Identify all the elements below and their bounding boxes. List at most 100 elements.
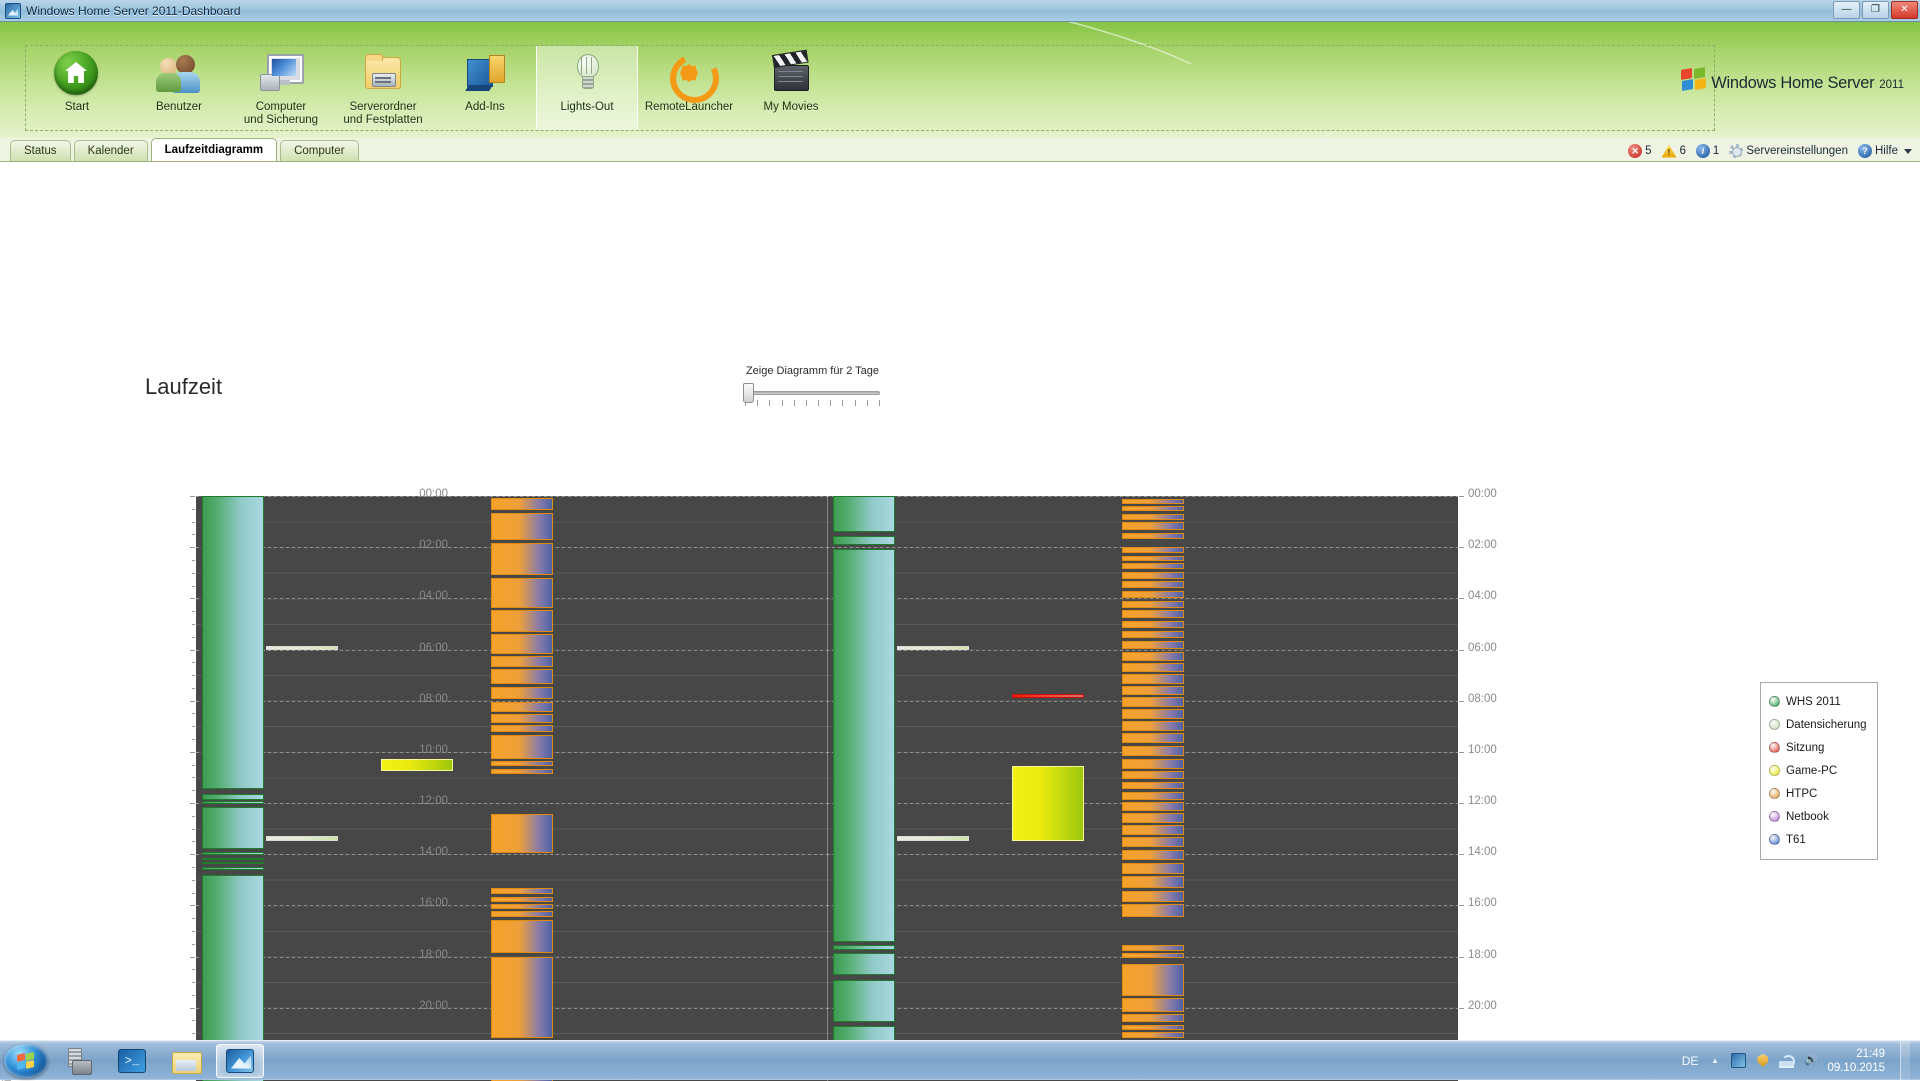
chart-bar[interactable]: [1122, 686, 1184, 695]
taskbar-button-powershell[interactable]: [108, 1044, 156, 1078]
chart-bar[interactable]: [833, 549, 895, 942]
chart-bar[interactable]: [266, 646, 338, 650]
chart-bar[interactable]: [1122, 1014, 1184, 1022]
chart-bar[interactable]: [1122, 876, 1184, 888]
legend-item[interactable]: Netbook: [1769, 805, 1869, 828]
nav-item-computer-und-sicherung[interactable]: Computer und Sicherung: [230, 46, 332, 130]
chart-bar[interactable]: [491, 669, 553, 684]
legend-item[interactable]: HTPC: [1769, 782, 1869, 805]
slider-thumb[interactable]: [743, 383, 754, 403]
chart-bar[interactable]: [1122, 733, 1184, 743]
chart-bar[interactable]: [1122, 506, 1184, 511]
chart-bar[interactable]: [1122, 813, 1184, 822]
chart-bar[interactable]: [1122, 610, 1184, 618]
tray-clock[interactable]: 21:49 09.10.2015: [1827, 1047, 1885, 1075]
chart-bar[interactable]: [491, 578, 553, 608]
chart-bar[interactable]: [1122, 771, 1184, 779]
chart-bar[interactable]: [1122, 1025, 1184, 1030]
chart-bar[interactable]: [897, 646, 969, 650]
chart-bar[interactable]: [491, 725, 553, 732]
legend-item[interactable]: WHS 2011: [1769, 690, 1869, 713]
slider-track[interactable]: [745, 391, 880, 395]
chart-bar[interactable]: [202, 867, 264, 870]
warning-status[interactable]: 6: [1662, 145, 1686, 158]
close-button[interactable]: ✕: [1891, 1, 1918, 19]
chart-bar[interactable]: [491, 897, 553, 902]
chart-bar[interactable]: [491, 904, 553, 908]
minimize-button[interactable]: —: [1833, 1, 1860, 19]
legend-item[interactable]: Datensicherung: [1769, 713, 1869, 736]
chart-bar[interactable]: [1122, 572, 1184, 579]
chart-bar[interactable]: [1122, 674, 1184, 683]
chart-bar[interactable]: [1122, 601, 1184, 608]
chart-bar[interactable]: [491, 702, 553, 712]
chart-bar[interactable]: [1122, 499, 1184, 504]
chart-bar[interactable]: [1122, 641, 1184, 650]
chart-bar[interactable]: [491, 888, 553, 894]
tab-laufzeitdiagramm[interactable]: Laufzeitdiagramm: [151, 138, 277, 161]
chart-bar[interactable]: [1122, 953, 1184, 958]
network-icon[interactable]: [1779, 1053, 1794, 1068]
legend-item[interactable]: Sitzung: [1769, 736, 1869, 759]
chart-bar[interactable]: [1122, 964, 1184, 996]
taskbar-button-dashboard[interactable]: [216, 1044, 264, 1078]
chart-bar[interactable]: [1122, 782, 1184, 790]
dashboard-tray-icon[interactable]: [1731, 1053, 1746, 1068]
nav-item-add-ins[interactable]: Add-Ins: [434, 46, 536, 130]
chart-bar[interactable]: [1122, 792, 1184, 800]
chart-bar[interactable]: [1122, 563, 1184, 569]
chart-bar[interactable]: [491, 911, 553, 917]
chart-bar[interactable]: [1122, 863, 1184, 874]
chart-bar[interactable]: [266, 836, 338, 840]
volume-icon[interactable]: [1803, 1053, 1818, 1068]
chart-bar[interactable]: [1122, 891, 1184, 902]
chart-bar[interactable]: [202, 807, 264, 849]
chart-bar[interactable]: [833, 496, 895, 532]
chart-bar[interactable]: [833, 536, 895, 545]
chart-bar[interactable]: [1122, 652, 1184, 661]
chart-bar[interactable]: [1012, 766, 1084, 841]
maximize-button[interactable]: ❐: [1862, 1, 1889, 19]
chart-bar[interactable]: [202, 852, 264, 855]
chart-bar[interactable]: [491, 761, 553, 766]
chart-bar[interactable]: [1122, 581, 1184, 588]
chart-bar[interactable]: [897, 836, 969, 840]
chart-bar[interactable]: [1012, 694, 1084, 698]
nav-item-remotelauncher[interactable]: RemoteLauncher: [638, 46, 740, 130]
nav-item-my-movies[interactable]: My Movies: [740, 46, 842, 130]
nav-item-benutzer[interactable]: Benutzer: [128, 46, 230, 130]
chart-bar[interactable]: [491, 814, 553, 853]
chart-bar[interactable]: [202, 794, 264, 800]
chart-bar[interactable]: [202, 858, 264, 861]
chart-bar[interactable]: [1122, 663, 1184, 672]
chart-bar[interactable]: [491, 769, 553, 774]
chart-bar[interactable]: [1122, 998, 1184, 1012]
day-range-slider[interactable]: Zeige Diagramm für 2 Tage: [745, 365, 880, 406]
tab-status[interactable]: Status: [10, 140, 71, 161]
runtime-chart-plot[interactable]: [196, 496, 1458, 1081]
chart-bar[interactable]: [491, 634, 553, 654]
chart-bar[interactable]: [1122, 746, 1184, 756]
chart-bar[interactable]: [833, 980, 895, 1022]
chart-bar[interactable]: [1122, 904, 1184, 917]
chart-bar[interactable]: [1122, 556, 1184, 561]
chart-bar[interactable]: [491, 543, 553, 575]
chart-bar[interactable]: [1122, 837, 1184, 847]
chart-bar[interactable]: [1122, 850, 1184, 860]
chart-bar[interactable]: [491, 714, 553, 723]
nav-item-lights-out[interactable]: Lights-Out: [536, 46, 638, 130]
chart-bar[interactable]: [1122, 1032, 1184, 1038]
taskbar-button-server-manager[interactable]: [54, 1044, 102, 1078]
taskbar-button-explorer[interactable]: [162, 1044, 210, 1078]
chart-bar[interactable]: [833, 953, 895, 975]
chart-bar[interactable]: [833, 945, 895, 950]
chart-bar[interactable]: [1122, 591, 1184, 599]
chart-bar[interactable]: [491, 957, 553, 1038]
chart-bar[interactable]: [1122, 621, 1184, 629]
show-hidden-icons-icon[interactable]: [1707, 1053, 1722, 1068]
start-orb-icon[interactable]: [4, 1044, 48, 1078]
chart-bar[interactable]: [1122, 533, 1184, 539]
chart-bar[interactable]: [491, 687, 553, 699]
tray-language[interactable]: DE: [1682, 1054, 1699, 1068]
chart-bar[interactable]: [1122, 825, 1184, 834]
